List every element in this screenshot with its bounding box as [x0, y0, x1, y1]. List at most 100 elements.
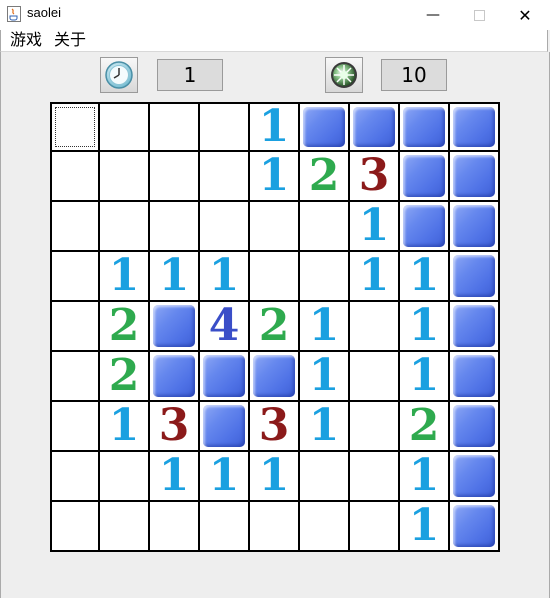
empty-cell[interactable]: [100, 452, 150, 502]
covered-cell[interactable]: [450, 352, 500, 402]
empty-cell[interactable]: [200, 152, 250, 202]
number-cell[interactable]: 3: [350, 151, 400, 202]
close-button[interactable]: ✕: [502, 0, 548, 30]
empty-cell[interactable]: [150, 152, 200, 202]
covered-cell[interactable]: [450, 302, 500, 352]
covered-cell[interactable]: [450, 102, 500, 152]
number-cell[interactable]: 1: [150, 250, 200, 302]
number-cell[interactable]: 1: [250, 151, 300, 202]
cell-number: 3: [158, 400, 190, 451]
empty-cell[interactable]: [50, 302, 100, 352]
number-cell[interactable]: 1: [200, 251, 250, 302]
number-cell[interactable]: 1: [400, 501, 450, 552]
covered-tile: [453, 505, 495, 547]
empty-cell[interactable]: [300, 452, 350, 502]
empty-cell[interactable]: [150, 102, 200, 152]
empty-cell[interactable]: [250, 202, 300, 252]
covered-cell[interactable]: [250, 352, 300, 402]
empty-cell[interactable]: [300, 502, 350, 552]
empty-cell[interactable]: [150, 202, 200, 252]
number-cell[interactable]: 2: [100, 351, 150, 402]
number-cell[interactable]: 2: [300, 151, 350, 202]
empty-cell[interactable]: [350, 502, 400, 552]
covered-cell[interactable]: [450, 502, 500, 552]
empty-cell[interactable]: [50, 402, 100, 452]
number-cell[interactable]: 4: [200, 301, 250, 352]
number-cell[interactable]: 1: [250, 451, 300, 502]
empty-cell[interactable]: [50, 502, 100, 552]
empty-cell[interactable]: [300, 202, 350, 252]
empty-cell[interactable]: [100, 202, 150, 252]
maximize-icon: [473, 9, 485, 21]
covered-cell[interactable]: [400, 152, 450, 202]
empty-cell[interactable]: [200, 202, 250, 252]
empty-cell[interactable]: [350, 302, 400, 352]
menu-about[interactable]: 关于: [54, 30, 86, 50]
covered-cell[interactable]: [200, 352, 250, 402]
minimize-button[interactable]: —: [410, 0, 456, 30]
timer-button[interactable]: [100, 57, 138, 93]
covered-cell[interactable]: [400, 102, 450, 152]
covered-tile: [453, 205, 495, 247]
mine-button[interactable]: [325, 57, 363, 93]
maximize-button[interactable]: [456, 0, 502, 30]
covered-cell[interactable]: [150, 302, 200, 352]
covered-tile: [453, 455, 495, 497]
covered-cell[interactable]: [450, 402, 500, 452]
cell-number: 1: [158, 250, 190, 301]
number-cell[interactable]: 2: [100, 301, 150, 352]
empty-cell[interactable]: [50, 352, 100, 402]
number-cell[interactable]: 1: [300, 301, 350, 352]
number-cell[interactable]: 1: [250, 102, 300, 152]
empty-cell[interactable]: [200, 102, 250, 152]
empty-cell[interactable]: [100, 502, 150, 552]
covered-tile: [153, 305, 195, 347]
covered-cell[interactable]: [450, 152, 500, 202]
covered-tile: [453, 155, 495, 197]
empty-cell[interactable]: [50, 202, 100, 252]
covered-tile: [303, 107, 345, 147]
cell-number: 1: [358, 200, 390, 251]
number-cell[interactable]: 1: [400, 301, 450, 352]
number-cell[interactable]: 1: [100, 401, 150, 452]
number-cell[interactable]: 1: [400, 351, 450, 402]
empty-cell[interactable]: [50, 152, 100, 202]
covered-cell[interactable]: [450, 202, 500, 252]
number-cell[interactable]: 2: [250, 301, 300, 352]
number-cell[interactable]: 1: [400, 251, 450, 302]
number-cell[interactable]: 1: [100, 251, 150, 302]
covered-cell[interactable]: [400, 202, 450, 252]
empty-cell[interactable]: [50, 452, 100, 502]
empty-cell[interactable]: [150, 502, 200, 552]
number-cell[interactable]: 1: [200, 451, 250, 502]
number-cell[interactable]: 3: [250, 401, 300, 452]
covered-cell[interactable]: [450, 252, 500, 302]
empty-cell[interactable]: [200, 502, 250, 552]
empty-cell[interactable]: [250, 252, 300, 302]
empty-cell[interactable]: [50, 252, 100, 302]
empty-cell[interactable]: [100, 102, 150, 152]
empty-cell[interactable]: [350, 352, 400, 402]
empty-cell[interactable]: [300, 252, 350, 302]
number-cell[interactable]: 1: [300, 351, 350, 402]
empty-cell[interactable]: [100, 152, 150, 202]
number-cell[interactable]: 2: [400, 401, 450, 452]
number-cell[interactable]: 1: [150, 451, 200, 502]
covered-cell[interactable]: [150, 352, 200, 402]
number-cell[interactable]: 1: [400, 451, 450, 502]
empty-cell[interactable]: [250, 502, 300, 552]
covered-cell[interactable]: [200, 402, 250, 452]
empty-cell[interactable]: [350, 452, 400, 502]
number-cell[interactable]: 1: [350, 200, 400, 252]
number-cell[interactable]: 1: [300, 401, 350, 452]
covered-cell[interactable]: [300, 102, 350, 152]
covered-cell[interactable]: [350, 102, 400, 152]
number-cell[interactable]: 1: [350, 251, 400, 302]
covered-cell[interactable]: [450, 452, 500, 502]
empty-cell[interactable]: [50, 102, 100, 152]
covered-tile: [203, 405, 245, 447]
number-cell[interactable]: 3: [150, 400, 200, 452]
empty-cell[interactable]: [350, 402, 400, 452]
covered-tile: [403, 155, 445, 197]
menu-game[interactable]: 游戏: [10, 30, 42, 50]
